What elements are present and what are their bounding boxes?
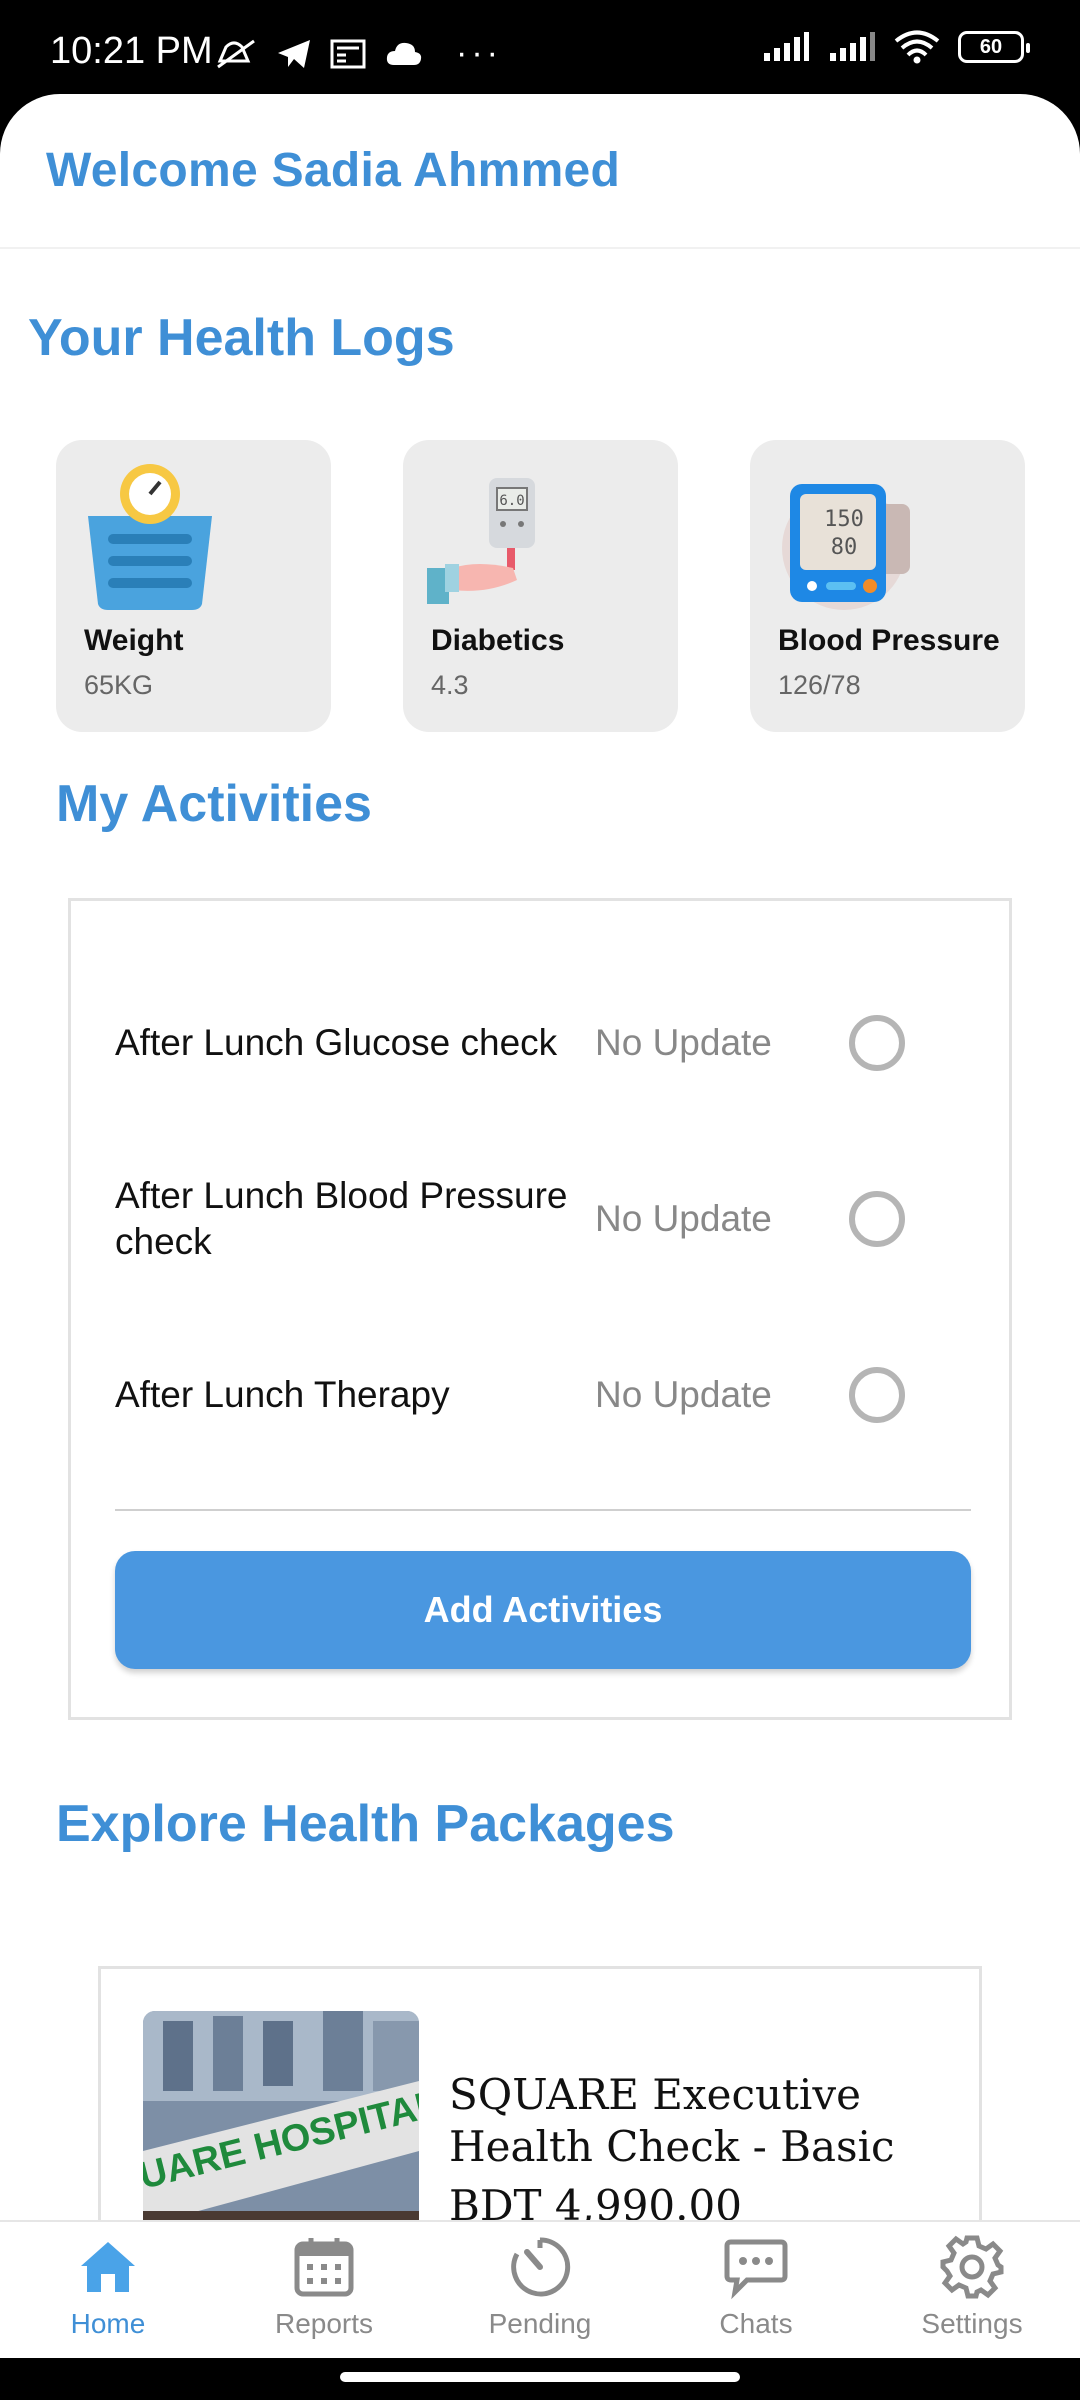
activity-row[interactable]: After Lunch Blood Pressure check No Upda… — [115, 1159, 975, 1279]
blood-pressure-monitor-icon: 150 80 — [774, 464, 914, 614]
weight-scale-icon — [80, 464, 220, 614]
status-notification-icons: ··· — [214, 34, 502, 73]
telegram-icon — [278, 39, 310, 68]
nav-label: Pending — [488, 2308, 592, 2339]
card-title: Diabetics — [431, 624, 565, 657]
battery-level: 60 — [979, 35, 1003, 58]
mute-icon — [217, 39, 255, 68]
app-header: Welcome Sadia Ahmmed — [0, 94, 1080, 249]
signal-icon — [764, 32, 809, 61]
svg-text:80: 80 — [831, 535, 858, 560]
nav-label: Chats — [719, 2308, 793, 2339]
nav-chats[interactable]: Chats — [648, 2222, 864, 2358]
calendar-icon — [294, 2238, 354, 2297]
activities-panel: After Lunch Glucose check No Update Afte… — [68, 898, 1012, 1720]
package-image: UARE HOSPITAL — [143, 2011, 419, 2224]
divider — [115, 1509, 971, 1511]
package-card[interactable]: UARE HOSPITAL SQUARE Executive Health Ch… — [98, 1966, 982, 2224]
nav-pending[interactable]: Pending — [432, 2222, 648, 2358]
activity-row[interactable]: After Lunch Glucose check No Update — [115, 983, 975, 1103]
activity-radio[interactable] — [849, 1367, 905, 1423]
activity-status: No Update — [595, 1374, 772, 1415]
card-value: 126/78 — [778, 670, 861, 700]
signal-icon — [830, 32, 875, 61]
app-screen: Welcome Sadia Ahmmed Your Health Logs We… — [0, 94, 1080, 2224]
health-logs-title: Your Health Logs — [28, 309, 455, 367]
activity-row[interactable]: After Lunch Therapy No Update — [115, 1335, 975, 1455]
battery-icon: 60 — [958, 31, 1030, 63]
activities-title: My Activities — [56, 775, 372, 833]
status-time: 10:21 PM — [50, 30, 213, 72]
glucose-meter-icon: 6.0 — [427, 464, 567, 614]
nav-label: Home — [70, 2308, 146, 2339]
card-value: 4.3 — [431, 670, 469, 700]
status-bar: 10:21 PM ··· 60 — [0, 0, 1080, 94]
home-icon — [81, 2242, 135, 2292]
wifi-icon — [894, 30, 940, 64]
card-value: 65KG — [84, 670, 154, 700]
more-notifications-icon: ··· — [456, 34, 502, 72]
svg-text:6.0: 6.0 — [499, 493, 524, 509]
nav-label: Settings — [921, 2308, 1023, 2339]
health-card-blood-pressure[interactable]: 150 80 Blood Pressure 126/78 — [750, 440, 1025, 732]
packages-title: Explore Health Packages — [56, 1795, 675, 1853]
health-card-weight[interactable]: Weight 65KG — [56, 440, 331, 732]
welcome-title: Welcome Sadia Ahmmed — [46, 144, 621, 197]
nav-label: Reports — [274, 2308, 374, 2339]
chat-bubble-icon — [724, 2239, 788, 2300]
gauge-icon — [511, 2237, 571, 2297]
nav-reports[interactable]: Reports — [216, 2222, 432, 2358]
nav-home[interactable]: Home — [0, 2222, 216, 2358]
package-price: BDT 4,990.00 — [449, 2181, 742, 2224]
health-log-cards: Weight 65KG 6.0 Diabetics 4.3 150 80 Blo… — [56, 440, 1025, 732]
nav-settings[interactable]: Settings — [864, 2222, 1080, 2358]
bottom-navigation: Home Reports Pending Chats Settings — [0, 2220, 1080, 2358]
card-title: Weight — [84, 624, 184, 657]
gear-icon — [940, 2235, 1004, 2299]
activity-name: After Lunch Therapy — [115, 1374, 450, 1415]
activity-name: After Lunch Blood Pressure check — [115, 1175, 568, 1262]
home-indicator[interactable] — [340, 2372, 740, 2382]
activity-radio[interactable] — [849, 1191, 905, 1247]
activity-status: No Update — [595, 1022, 772, 1063]
svg-text:150: 150 — [824, 507, 864, 532]
activity-status: No Update — [595, 1198, 772, 1239]
activity-name: After Lunch Glucose check — [115, 1022, 558, 1063]
add-activities-button[interactable]: Add Activities — [115, 1551, 971, 1669]
news-icon — [330, 39, 366, 68]
status-system-icons: 60 — [762, 30, 1030, 64]
cloud-icon — [386, 42, 422, 65]
card-title: Blood Pressure — [778, 624, 1000, 657]
activity-radio[interactable] — [849, 1015, 905, 1071]
health-card-diabetics[interactable]: 6.0 Diabetics 4.3 — [403, 440, 678, 732]
package-name: SQUARE Executive Health Check - Basic — [449, 2070, 895, 2171]
